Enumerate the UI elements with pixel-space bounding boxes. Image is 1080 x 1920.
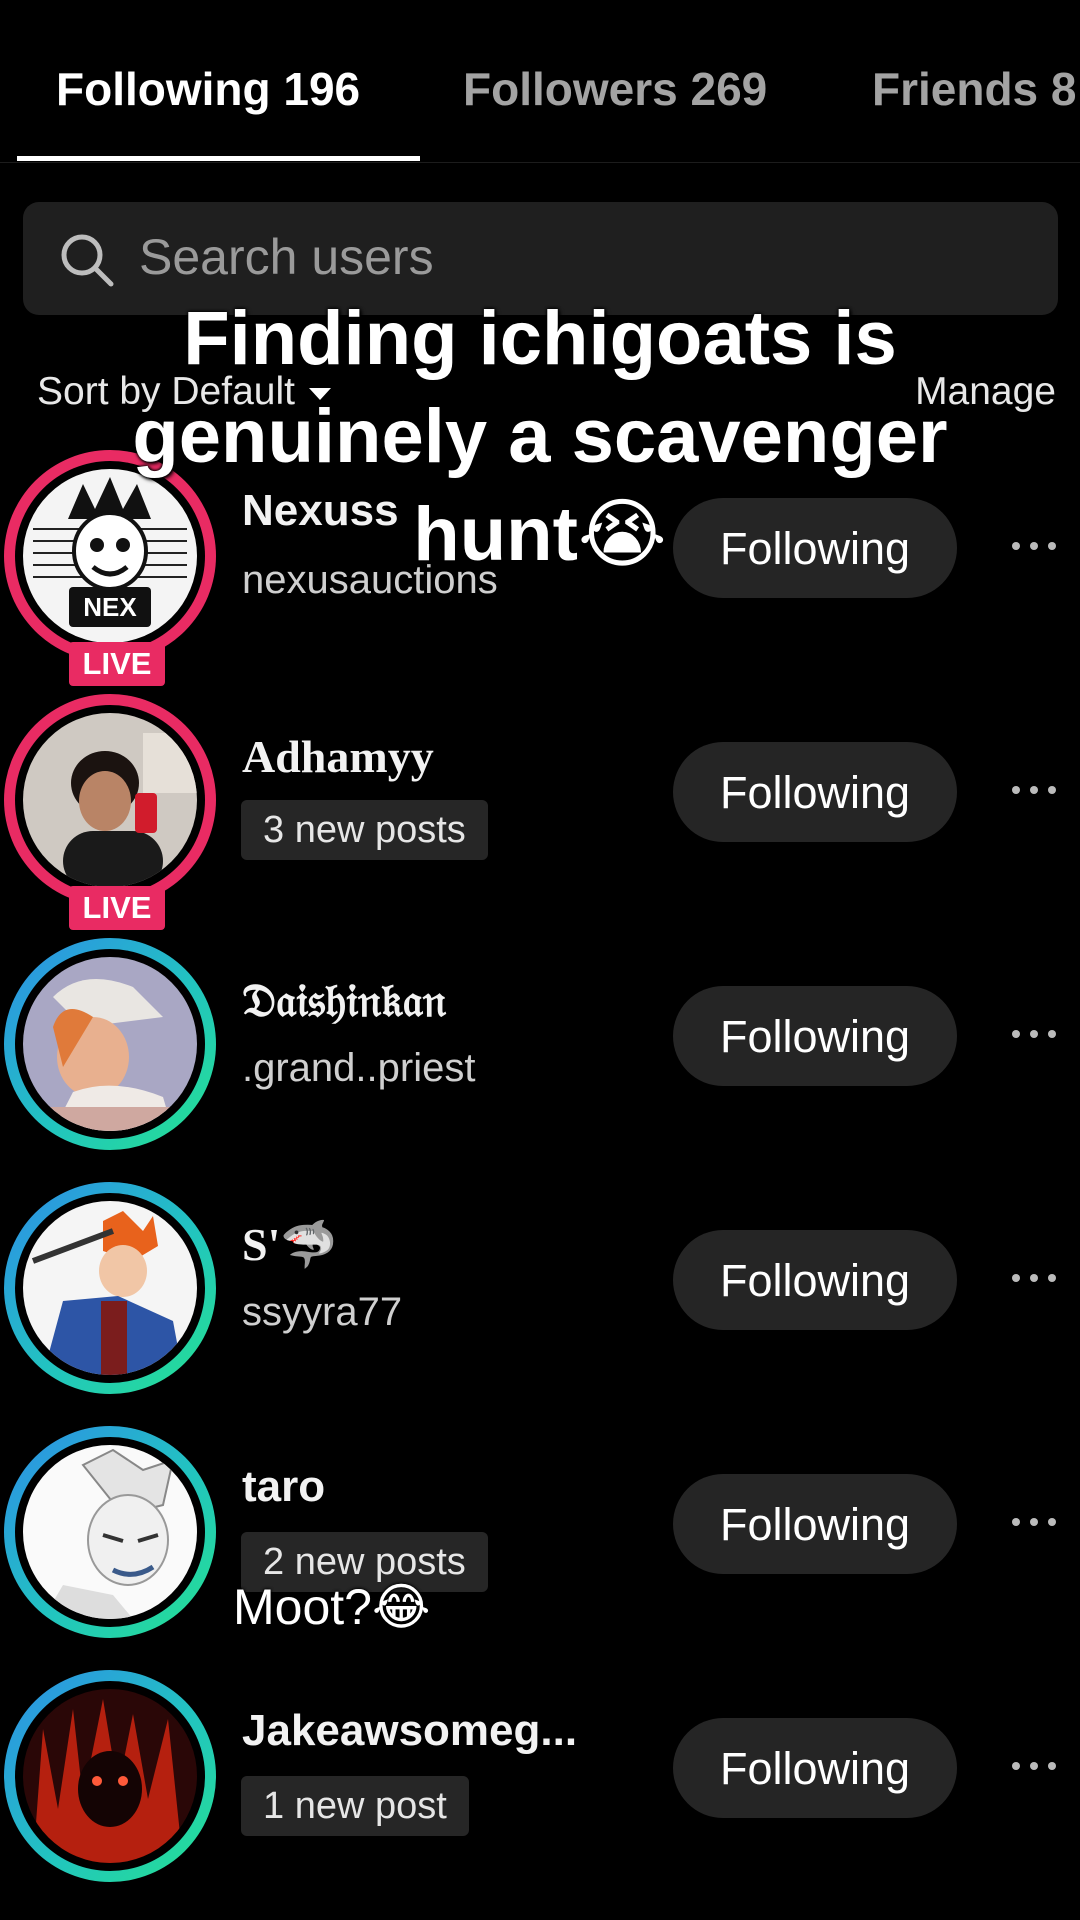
user-display-name[interactable]: Adhamyy [242,730,434,783]
user-row: Jakeawsomeg... 1 new post Following [0,1666,1080,1910]
avatar-logo-text: NEX [83,592,137,622]
avatar [23,713,197,887]
avatar-ring-live[interactable]: LIVE [4,694,216,930]
user-row: taro 2 new posts Following [0,1422,1080,1666]
user-row: 𝔇𝔞𝔦𝔰𝔥𝔦𝔫𝔨𝔞𝔫 .grand..priest Following [0,934,1080,1178]
following-button[interactable]: Following [673,742,957,842]
new-posts-badge: 3 new posts [241,800,488,860]
following-button[interactable]: Following [673,1474,957,1574]
avatar-ring-story[interactable] [4,1670,216,1882]
search-icon [61,234,114,287]
tab-followers[interactable]: Followers 269 [463,62,767,116]
following-button[interactable]: Following [673,1230,957,1330]
following-button[interactable]: Following [673,986,957,1086]
more-horizontal-icon[interactable] [1008,1258,1060,1298]
more-horizontal-icon[interactable] [1008,1014,1060,1054]
live-badge: LIVE [69,886,165,930]
avatar [23,1445,197,1619]
user-handle: ssyyra77 [242,1290,403,1334]
follow-tabs: Following 196 Followers 269 Friends 8 [0,0,1080,163]
tab-following[interactable]: Following 196 [56,62,360,116]
user-handle: .grand..priest [242,1046,476,1090]
avatar-ring-story[interactable] [4,938,216,1150]
video-caption: Finding ichigoats is genuinely a scaveng… [0,290,1080,584]
user-row: S'🦈 ssyyra77 Following [0,1178,1080,1422]
user-display-name[interactable]: Jakeawsomeg... [242,1706,577,1756]
more-horizontal-icon[interactable] [1008,770,1060,810]
tab-friends[interactable]: Friends 8 [872,62,1077,116]
caption-line: hunt😭 [413,492,667,577]
avatar [23,1689,197,1863]
avatar [23,957,197,1131]
more-horizontal-icon[interactable] [1008,1746,1060,1786]
comment-overlay-text: Moot?😂 [233,1579,431,1635]
more-horizontal-icon[interactable] [1008,1502,1060,1542]
caption-line: Finding ichigoats is [183,296,897,381]
user-row: LIVE Adhamyy 3 new posts Following [0,690,1080,934]
live-badge: LIVE [69,642,165,686]
avatar-ring-story[interactable] [4,1426,216,1638]
avatar-ring-story[interactable] [4,1182,216,1394]
user-display-name[interactable]: taro [242,1462,325,1512]
user-display-name[interactable]: S'🦈 [242,1218,338,1272]
caption-line: genuinely a scavenger [132,394,948,479]
active-tab-indicator [17,156,420,161]
user-display-name[interactable]: 𝔇𝔞𝔦𝔰𝔥𝔦𝔫𝔨𝔞𝔫 [242,974,446,1029]
new-posts-badge: 1 new post [241,1776,469,1836]
avatar [23,1201,197,1375]
following-button[interactable]: Following [673,1718,957,1818]
search-input[interactable] [139,228,1019,286]
